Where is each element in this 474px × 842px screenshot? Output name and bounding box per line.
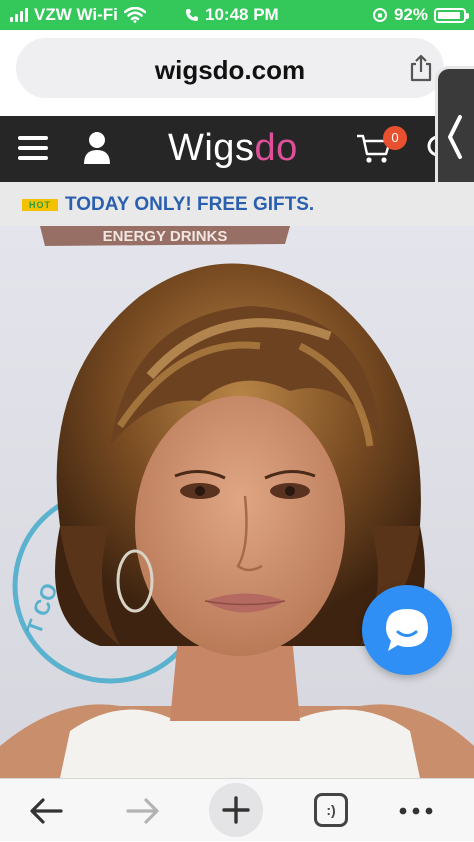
user-icon[interactable] bbox=[82, 130, 112, 166]
battery-fill bbox=[438, 11, 460, 19]
plus-icon bbox=[222, 796, 250, 824]
tabs-icon[interactable]: :) bbox=[314, 793, 348, 827]
orientation-lock-icon bbox=[372, 8, 387, 22]
wifi-icon bbox=[123, 7, 146, 23]
logo-accent: do bbox=[254, 127, 298, 169]
new-tab-button[interactable] bbox=[209, 783, 263, 837]
url-text[interactable]: wigsdo.com bbox=[16, 55, 444, 86]
promo-banner[interactable]: HOT TODAY ONLY! FREE GIFTS. bbox=[0, 182, 474, 226]
promo-text[interactable]: TODAY ONLY! FREE GIFTS. bbox=[65, 194, 314, 216]
status-left: VZW Wi-Fi bbox=[10, 5, 146, 25]
clock: 10:48 PM bbox=[205, 5, 279, 24]
status-center: 10:48 PM bbox=[185, 5, 279, 25]
tabs-label: :) bbox=[326, 802, 336, 818]
more-dots-icon[interactable] bbox=[394, 789, 438, 833]
site-header: Wigsdo 0 bbox=[0, 116, 474, 182]
carrier-label: VZW Wi-Fi bbox=[34, 5, 118, 24]
status-right: 92% bbox=[372, 5, 469, 25]
cart-count-badge: 0 bbox=[383, 126, 407, 150]
battery-icon bbox=[434, 7, 469, 23]
browser-toolbar: :) bbox=[0, 778, 474, 841]
site-logo[interactable]: Wigsdo bbox=[168, 127, 298, 170]
status-bar: VZW Wi-Fi 10:48 PM 92% bbox=[0, 0, 474, 30]
back-arrow-icon[interactable] bbox=[25, 789, 69, 833]
forward-arrow-icon[interactable] bbox=[120, 789, 164, 833]
backdrop-text: ENERGY DRINKS bbox=[103, 228, 228, 245]
browser-url-area: wigsdo.com bbox=[0, 30, 474, 116]
signal-bars-icon bbox=[10, 8, 28, 22]
address-bar[interactable]: wigsdo.com bbox=[16, 38, 444, 98]
battery-percent: 92% bbox=[393, 5, 428, 24]
hamburger-icon[interactable] bbox=[18, 136, 48, 160]
chat-bubble-icon bbox=[386, 609, 428, 651]
phone-icon bbox=[186, 9, 198, 21]
logo-main: Wigs bbox=[168, 127, 255, 169]
chat-button[interactable] bbox=[362, 585, 452, 675]
hero-photo: ENERGY DRINKS T CO. bbox=[0, 226, 474, 778]
share-icon[interactable] bbox=[408, 54, 434, 82]
hero-image[interactable]: ENERGY DRINKS T CO. bbox=[0, 226, 474, 778]
hot-badge: HOT bbox=[22, 199, 58, 211]
